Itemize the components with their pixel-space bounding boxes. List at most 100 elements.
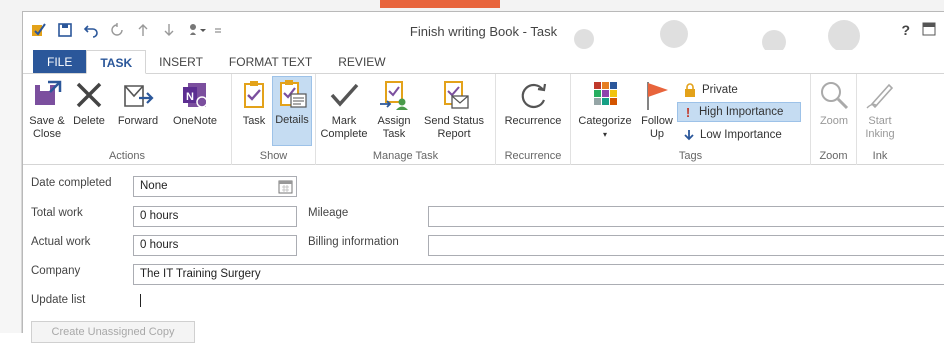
categorize-button[interactable]: Categorize ▾ (575, 78, 635, 141)
recurrence-button[interactable]: Recurrence (500, 78, 566, 128)
update-list-cursor[interactable] (140, 294, 141, 307)
assign-task-icon (380, 81, 408, 110)
date-completed-field[interactable]: None (133, 176, 297, 197)
forward-button[interactable]: Forward (114, 78, 162, 128)
details-view-label: Details (275, 114, 309, 126)
tab-review[interactable]: REVIEW (325, 50, 398, 73)
title-bar: Finish writing Book - Task ? (23, 12, 944, 54)
follow-up-button[interactable]: Follow Up (637, 78, 677, 141)
group-manage-task: Mark Complete Assign Task Send Status Re… (316, 74, 496, 165)
details-view-button[interactable]: Details (272, 76, 312, 146)
task-clipboard-icon (244, 81, 264, 108)
assign-task-label: Assign Task (377, 115, 411, 140)
private-button[interactable]: Private (679, 80, 742, 100)
categorize-label: Categorize (578, 115, 632, 127)
group-zoom: Zoom Zoom (811, 74, 857, 165)
recurrence-label: Recurrence (504, 115, 562, 127)
group-ink: Start Inking Ink (857, 74, 903, 165)
private-label: Private (702, 84, 738, 96)
actual-work-label: Actual work (31, 236, 91, 248)
delete-x-icon (76, 82, 102, 108)
ribbon: Save & Close Delete Forward N OneNote Ac… (23, 74, 944, 165)
svg-text:N: N (186, 91, 194, 103)
company-label: Company (31, 265, 81, 277)
task-view-button[interactable]: Task (238, 78, 270, 128)
onenote-icon: N (183, 83, 208, 108)
zoom-label: Zoom (819, 115, 849, 127)
checkmark-icon (330, 83, 359, 107)
delete-label: Delete (73, 115, 105, 127)
create-unassigned-copy-button[interactable]: Create Unassigned Copy (31, 321, 195, 343)
update-list-label: Update list (31, 294, 86, 306)
details-form: Date completed None Total work 0 hours M… (23, 166, 944, 334)
categorize-icon (594, 82, 617, 105)
background-window-strip (380, 0, 500, 8)
forward-label: Forward (117, 115, 159, 127)
categorize-dropdown-icon: ▾ (602, 130, 607, 139)
task-window: Finish writing Book - Task ? FILE TASK I… (22, 11, 944, 343)
background-window-edge (0, 60, 22, 333)
tab-task[interactable]: TASK (86, 50, 147, 74)
details-clipboard-icon (280, 80, 307, 108)
forward-icon (124, 85, 154, 107)
ribbon-tabs: FILE TASK INSERT FORMAT TEXT REVIEW (23, 50, 944, 74)
pen-icon (866, 83, 894, 109)
zoom-button[interactable]: Zoom (815, 78, 853, 128)
magnifier-icon (821, 82, 849, 110)
mark-complete-label: Mark Complete (320, 115, 368, 140)
window-title: Finish writing Book - Task (409, 24, 558, 39)
mileage-field[interactable] (428, 206, 944, 227)
save-close-icon (35, 80, 62, 105)
low-importance-button[interactable]: Low Importance (679, 125, 786, 145)
low-importance-arrow-icon (684, 130, 694, 141)
low-importance-label: Low Importance (700, 129, 782, 141)
group-label-manage-task: Manage Task (372, 150, 439, 162)
recurrence-icon (521, 83, 547, 109)
calendar-icon[interactable] (278, 179, 293, 194)
lock-icon (685, 83, 695, 97)
save-close-label: Save & Close (29, 115, 65, 140)
delete-button[interactable]: Delete (69, 78, 109, 128)
group-recurrence: Recurrence Recurrence (496, 74, 571, 165)
date-completed-value: None (140, 180, 168, 192)
group-label-recurrence: Recurrence (504, 150, 562, 162)
help-button[interactable]: ? (901, 22, 910, 39)
window-controls: ? (901, 22, 936, 39)
assign-task-button[interactable]: Assign Task (374, 78, 414, 141)
total-work-field[interactable]: 0 hours (133, 206, 297, 227)
high-importance-button[interactable]: ! High Importance (677, 102, 801, 122)
company-field[interactable]: The IT Training Surgery (133, 264, 944, 285)
date-completed-label: Date completed (31, 177, 112, 189)
task-view-label: Task (242, 115, 266, 127)
send-status-report-button[interactable]: Send Status Report (418, 78, 490, 141)
group-label-ink: Ink (872, 150, 888, 162)
follow-up-flag-icon (647, 82, 668, 110)
save-close-button[interactable]: Save & Close (27, 78, 67, 141)
tab-insert[interactable]: INSERT (146, 50, 216, 73)
actual-work-field[interactable]: 0 hours (133, 235, 297, 256)
follow-up-label: Follow Up (641, 115, 673, 140)
group-show: Task Details Show (232, 74, 316, 165)
billing-information-label: Billing information (308, 236, 399, 248)
tab-format-text[interactable]: FORMAT TEXT (216, 50, 325, 73)
ribbon-display-options-icon[interactable] (922, 22, 936, 39)
group-label-show: Show (259, 150, 288, 162)
group-label-tags: Tags (678, 150, 703, 162)
group-label-actions: Actions (108, 150, 146, 162)
total-work-label: Total work (31, 207, 83, 219)
onenote-button[interactable]: N OneNote (166, 78, 224, 128)
tab-file[interactable]: FILE (33, 50, 87, 73)
mark-complete-button[interactable]: Mark Complete (320, 78, 368, 141)
onenote-label: OneNote (172, 115, 218, 127)
billing-information-field[interactable] (428, 235, 944, 256)
mileage-label: Mileage (308, 207, 349, 219)
send-status-icon (444, 81, 469, 109)
high-importance-label: High Importance (699, 106, 784, 118)
start-inking-label: Start Inking (865, 115, 895, 140)
group-tags: Categorize ▾ Follow Up Private ! High Im… (571, 74, 811, 165)
high-importance-icon: ! (685, 104, 691, 120)
send-status-label: Send Status Report (424, 115, 484, 140)
group-label-zoom: Zoom (819, 150, 848, 162)
start-inking-button[interactable]: Start Inking (861, 78, 899, 141)
group-actions: Save & Close Delete Forward N OneNote Ac… (23, 74, 232, 165)
